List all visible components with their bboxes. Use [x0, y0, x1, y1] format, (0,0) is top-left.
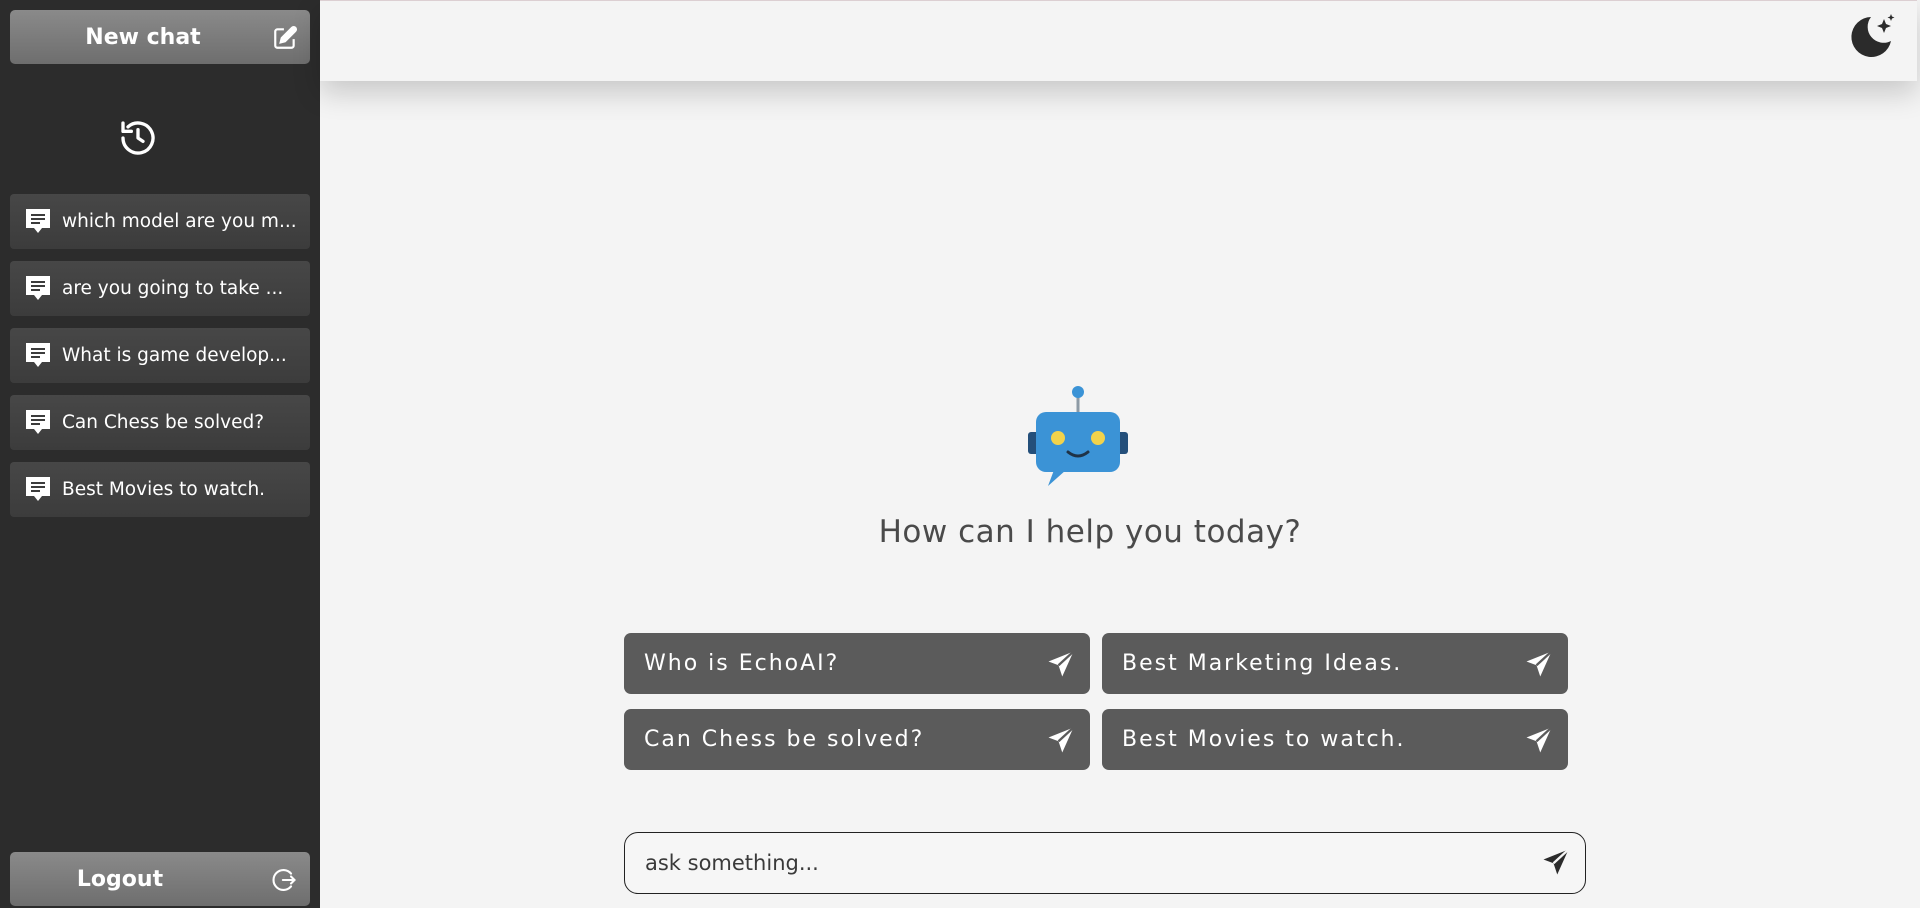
chat-history-label: Can Chess be solved? — [62, 412, 265, 433]
suggestion-button[interactable]: Who is EchoAI? — [624, 633, 1090, 694]
suggestion-label: Who is EchoAI? — [644, 651, 840, 676]
suggestion-label: Best Movies to watch. — [1122, 727, 1406, 752]
moon-stars-icon[interactable] — [1847, 11, 1897, 61]
logout-icon — [272, 869, 296, 891]
message-input[interactable] — [645, 833, 1525, 892]
logout-label: Logout — [76, 866, 164, 892]
chat-history-item[interactable]: which model are you m... — [10, 194, 310, 249]
send-icon — [1526, 650, 1553, 677]
logout-button[interactable]: Logout — [10, 852, 310, 906]
chat-history-item[interactable]: What is game develop... — [10, 328, 310, 383]
chat-history-item[interactable]: are you going to take ... — [10, 261, 310, 316]
chat-history-item[interactable]: Can Chess be solved? — [10, 395, 310, 450]
robot-icon — [1028, 386, 1128, 486]
suggestion-button[interactable]: Can Chess be solved? — [624, 709, 1090, 770]
chat-bubble-icon — [26, 275, 50, 300]
chat-history-item[interactable]: Best Movies to watch. — [10, 462, 310, 517]
chat-history-list: which model are you m... are you going t… — [10, 194, 310, 529]
chat-history-label: What is game develop... — [62, 345, 287, 366]
chat-history-label: Best Movies to watch. — [62, 479, 266, 500]
message-input-container — [624, 832, 1586, 894]
suggestion-label: Can Chess be solved? — [644, 727, 925, 752]
history-icon[interactable] — [118, 118, 158, 158]
chat-bubble-icon — [26, 409, 50, 434]
new-chat-label: New chat — [85, 24, 201, 50]
suggestion-button[interactable]: Best Movies to watch. — [1102, 709, 1568, 770]
chat-bubble-icon — [26, 208, 50, 233]
chat-history-label: which model are you m... — [62, 211, 297, 232]
greeting-heading: How can I help you today? — [878, 514, 1302, 550]
chat-bubble-icon — [26, 476, 50, 501]
suggestion-button[interactable]: Best Marketing Ideas. — [1102, 633, 1568, 694]
send-icon — [1048, 650, 1075, 677]
sidebar: New chat which model are you m... are yo… — [0, 0, 320, 908]
send-icon — [1526, 726, 1553, 753]
new-chat-button[interactable]: New chat — [10, 10, 310, 64]
chat-bubble-icon — [26, 342, 50, 367]
edit-icon — [274, 26, 297, 49]
chat-history-label: are you going to take ... — [62, 278, 284, 299]
suggestion-label: Best Marketing Ideas. — [1122, 651, 1403, 676]
top-bar — [320, 0, 1917, 81]
send-icon[interactable] — [1541, 847, 1571, 877]
send-icon — [1048, 726, 1075, 753]
